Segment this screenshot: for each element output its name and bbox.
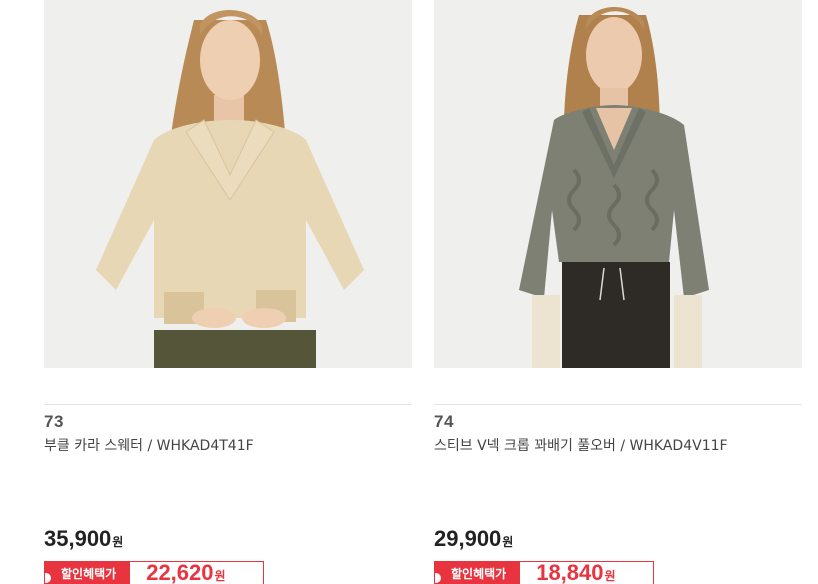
price-value: 35,900 [44, 526, 112, 551]
price-unit: 원 [502, 535, 514, 549]
product-rank: 74 [434, 412, 454, 431]
product-grid: 73 부클 카라 스웨터 / WHKAD4T41F 35,900원 할인혜택가 … [0, 0, 818, 584]
product-image[interactable] [44, 0, 412, 368]
discount-benefit-box: 할인혜택가 22,620원 [44, 561, 264, 584]
product-price: 35,900원 [44, 526, 123, 552]
tag-notch-icon [45, 573, 51, 583]
card-divider [44, 404, 412, 405]
discount-benefit-label: 할인혜택가 [435, 562, 521, 584]
product-photo-icon [44, 0, 412, 368]
benefit-price-value: 18,840 [536, 561, 604, 584]
product-card[interactable]: 73 부클 카라 스웨터 / WHKAD4T41F 35,900원 할인혜택가 … [44, 0, 412, 584]
benefit-label-text: 할인혜택가 [451, 566, 507, 581]
discount-benefit-price: 18,840원 [520, 561, 616, 584]
discount-benefit-box: 할인혜택가 18,840원 [434, 561, 654, 584]
product-photo-icon [434, 0, 802, 368]
product-card[interactable]: 74 스티브 V넥 크롭 꽈배기 풀오버 / WHKAD4V11F 29,900… [434, 0, 802, 584]
card-divider [434, 404, 802, 405]
discount-benefit-label: 할인혜택가 [45, 562, 131, 584]
product-image[interactable] [434, 0, 802, 368]
benefit-price-unit: 원 [604, 569, 616, 583]
product-title[interactable]: 스티브 V넥 크롭 꽈배기 풀오버 / WHKAD4V11F [434, 435, 802, 455]
benefit-price-value: 22,620 [146, 561, 214, 584]
price-unit: 원 [112, 535, 124, 549]
tag-notch-icon [435, 573, 441, 583]
benefit-price-unit: 원 [214, 569, 226, 583]
product-price: 29,900원 [434, 526, 513, 552]
benefit-label-text: 할인혜택가 [61, 566, 117, 581]
product-rank: 73 [44, 412, 64, 431]
discount-benefit-price: 22,620원 [130, 561, 226, 584]
product-title[interactable]: 부클 카라 스웨터 / WHKAD4T41F [44, 435, 412, 455]
price-value: 29,900 [434, 526, 502, 551]
